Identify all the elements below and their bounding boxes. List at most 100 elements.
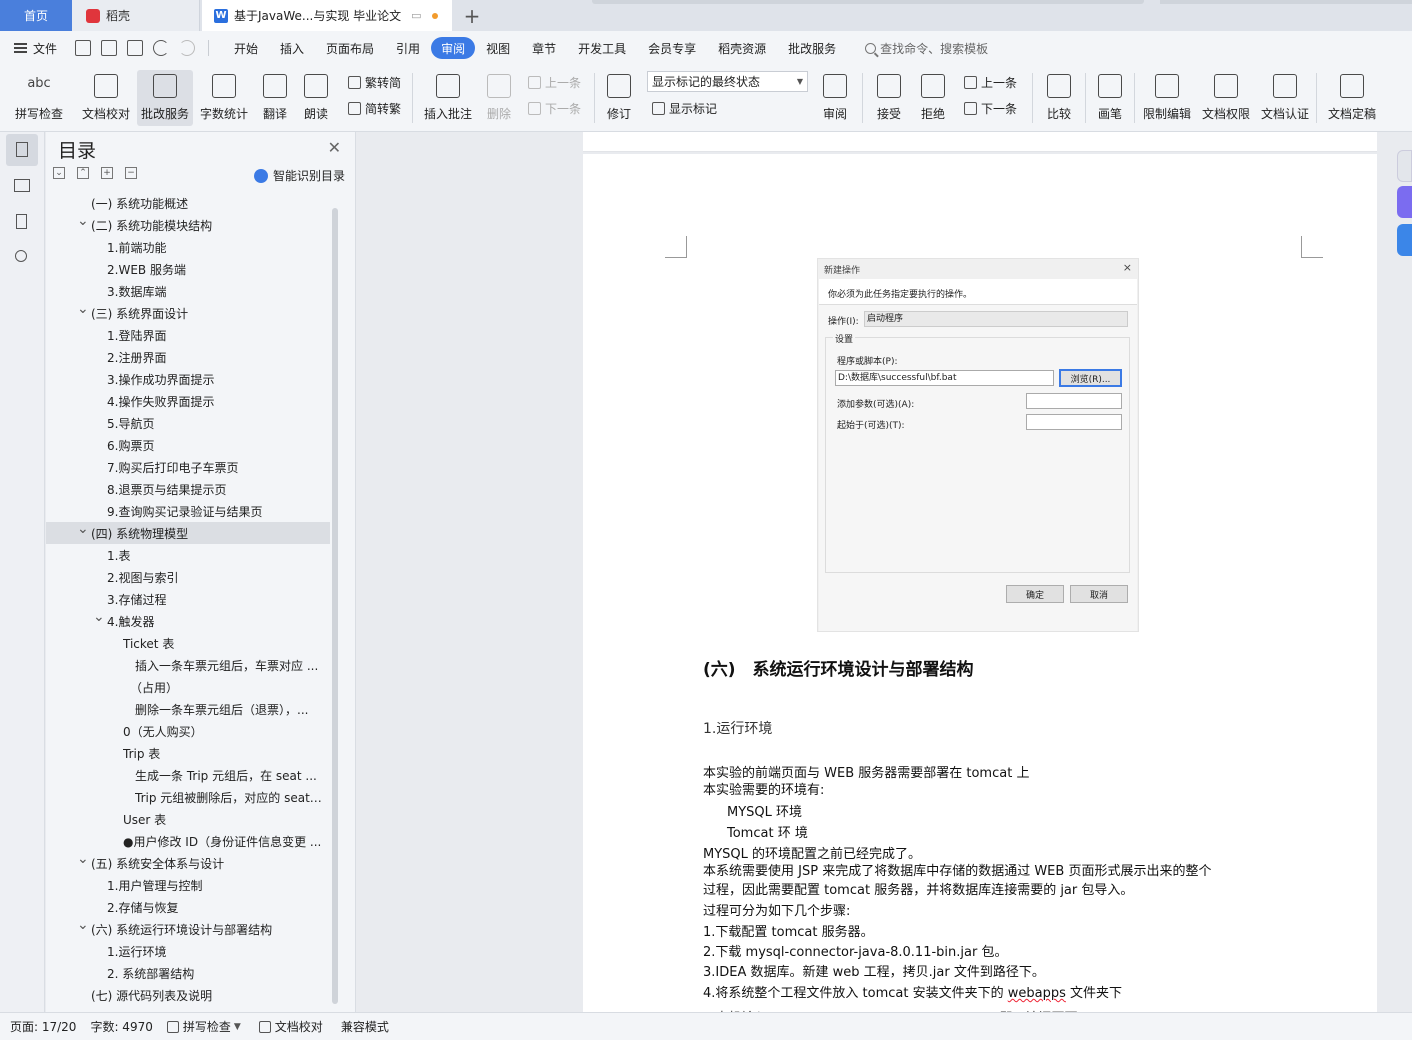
toc-item[interactable]: 2. 系统部署结构: [46, 962, 330, 984]
menu-item[interactable]: 视图: [475, 37, 521, 59]
toc-item[interactable]: ⌄ (五) 系统安全体系与设计: [46, 852, 330, 874]
collapse-all-icon[interactable]: ⌄: [53, 167, 65, 179]
toc-item[interactable]: User 表: [46, 808, 330, 830]
reject-button[interactable]: 拒绝: [914, 70, 952, 126]
chevron-down-icon[interactable]: ⌄: [93, 610, 105, 625]
toc-item[interactable]: 2.视图与索引: [46, 566, 330, 588]
spelling-error-mark[interactable]: webapps: [1008, 986, 1066, 1001]
toc-item[interactable]: (一) 系统功能概述: [46, 192, 330, 214]
toc-item[interactable]: 2.注册界面: [46, 346, 330, 368]
toc-item[interactable]: 1.运行环境: [46, 940, 330, 962]
review-pane-button[interactable]: 审阅: [815, 70, 855, 126]
toc-item[interactable]: 9.查询购买记录验证与结果页: [46, 500, 330, 522]
doc-check-button[interactable]: 文档校对: [78, 70, 134, 126]
undo-icon[interactable]: [153, 40, 169, 56]
toc-item[interactable]: 5.导航页: [46, 412, 330, 434]
status-doc-check[interactable]: 文档校对: [258, 1018, 323, 1035]
smart-toc-button[interactable]: 智能识别目录: [253, 167, 345, 184]
toc-item[interactable]: 8.退票页与结果提示页: [46, 478, 330, 500]
toc-item[interactable]: 插入一条车票元组后，车票对应 ...: [46, 654, 330, 676]
toc-item[interactable]: 1.表: [46, 544, 330, 566]
delete-comment-button[interactable]: 删除: [480, 70, 518, 126]
toc-item[interactable]: 3.操作成功界面提示: [46, 368, 330, 390]
toc-item[interactable]: ⌄ 4.触发器: [46, 610, 330, 632]
tab-home[interactable]: 首页: [0, 0, 72, 31]
export-pdf-icon[interactable]: [101, 40, 117, 56]
simp-to-trad-button[interactable]: 简转繁: [348, 97, 401, 119]
toc-item[interactable]: 6.购票页: [46, 434, 330, 456]
command-search[interactable]: 查找命令、搜索模板: [865, 40, 988, 57]
new-tab-button[interactable]: +: [458, 0, 486, 31]
menu-item[interactable]: 会员专享: [637, 37, 707, 59]
toc-item[interactable]: Ticket 表: [46, 632, 330, 654]
monitor-icon[interactable]: ▭: [411, 9, 421, 22]
pen-button[interactable]: 画笔: [1092, 70, 1128, 126]
toc-item[interactable]: ⌄ (三) 系统界面设计: [46, 302, 330, 324]
chevron-down-icon[interactable]: ⌄: [77, 918, 89, 933]
menu-item[interactable]: 章节: [521, 37, 567, 59]
assistant-button[interactable]: [1397, 186, 1412, 218]
toc-item[interactable]: 4.操作失败界面提示: [46, 390, 330, 412]
toc-item[interactable]: 删除一条车票元组后（退票），...: [46, 698, 330, 720]
finalize-button[interactable]: 文档定稿: [1322, 70, 1382, 126]
toc-panel-button[interactable]: [6, 134, 38, 166]
menu-item[interactable]: 引用: [385, 37, 431, 59]
correction-service-button[interactable]: 批改服务: [137, 70, 193, 126]
toc-item[interactable]: ⌄ (二) 系统功能模块结构: [46, 214, 330, 236]
tab-daoke[interactable]: 稻壳: [72, 0, 200, 31]
menu-item[interactable]: 批改服务: [777, 37, 847, 59]
close-icon[interactable]: ✕: [328, 138, 341, 157]
document-page[interactable]: 新建操作 × 你必须为此任务指定要执行的操作。 操作(I): 启动程序 设置 程…: [583, 154, 1377, 1012]
toc-item[interactable]: 生成一条 Trip 元组后，在 seat ...: [46, 764, 330, 786]
menu-item[interactable]: 稻壳资源: [707, 37, 777, 59]
prev-change-button[interactable]: 上一条: [964, 71, 1017, 93]
toc-item[interactable]: （占用）: [46, 676, 330, 698]
bookmark-button[interactable]: [12, 212, 32, 232]
next-comment-button[interactable]: 下一条: [528, 97, 581, 119]
toc-item[interactable]: (七) 源代码列表及说明: [46, 984, 330, 1006]
toc-item[interactable]: 3.存储过程: [46, 588, 330, 610]
toc-item[interactable]: ⌄ (四) 系统物理模型: [46, 522, 330, 544]
show-markup-button[interactable]: 显示标记: [652, 97, 717, 119]
toc-item[interactable]: Trip 表: [46, 742, 330, 764]
toc-item[interactable]: 1.登陆界面: [46, 324, 330, 346]
expand-all-icon[interactable]: ⌃: [77, 167, 89, 179]
word-count-button[interactable]: 字数统计: [197, 70, 251, 126]
redo-icon[interactable]: [179, 40, 195, 56]
toc-item[interactable]: ●用户修改 ID（身份证件信息变更 ...: [46, 830, 330, 852]
toc-item[interactable]: 1.用户管理与控制: [46, 874, 330, 896]
save-icon[interactable]: [75, 40, 91, 56]
restrict-edit-button[interactable]: 限制编辑: [1140, 70, 1194, 126]
menu-item[interactable]: 页面布局: [315, 37, 385, 59]
status-spell-check[interactable]: 拼写检查 ▼: [166, 1018, 241, 1035]
accept-button[interactable]: 接受: [870, 70, 908, 126]
print-icon[interactable]: [127, 40, 143, 56]
doc-auth-button[interactable]: 文档认证: [1258, 70, 1312, 126]
chapter-nav-button[interactable]: [12, 176, 32, 196]
menu-item[interactable]: 审阅: [431, 37, 476, 59]
track-changes-button[interactable]: 修订: [600, 70, 638, 126]
trad-to-simp-button[interactable]: 繁转简: [348, 71, 401, 93]
menu-item[interactable]: 开始: [223, 37, 269, 59]
page-indicator[interactable]: 页面: 17/20: [10, 1018, 76, 1035]
word-count-indicator[interactable]: 字数: 4970: [90, 1018, 152, 1035]
next-change-button[interactable]: 下一条: [964, 97, 1017, 119]
insert-comment-button[interactable]: 插入批注: [420, 70, 476, 126]
read-aloud-button[interactable]: 朗读: [298, 70, 334, 126]
display-state-select[interactable]: 显示标记的最终状态 ▼: [647, 71, 808, 92]
tab-document[interactable]: W 基于JavaWe...与实现 毕业论文 ▭: [202, 0, 452, 31]
toc-item[interactable]: 2.存储与恢复: [46, 896, 330, 918]
remove-heading-icon[interactable]: −: [125, 167, 137, 179]
compare-button[interactable]: 比较: [1040, 70, 1078, 126]
toc-item[interactable]: Trip 元组被删除后，对应的 seat ...: [46, 786, 330, 808]
toc-item[interactable]: 3.数据库端: [46, 280, 330, 302]
spell-check-button[interactable]: abc 拼写检查: [8, 70, 70, 126]
chevron-down-icon[interactable]: ⌄: [77, 214, 89, 229]
toc-item[interactable]: 7.购买后打印电子车票页: [46, 456, 330, 478]
translate-button[interactable]: 翻译: [256, 70, 294, 126]
find-button[interactable]: [12, 248, 32, 268]
toc-scrollbar[interactable]: [332, 208, 338, 1004]
menu-item[interactable]: 插入: [269, 37, 315, 59]
doc-permission-button[interactable]: 文档权限: [1199, 70, 1253, 126]
add-heading-icon[interactable]: +: [101, 167, 113, 179]
